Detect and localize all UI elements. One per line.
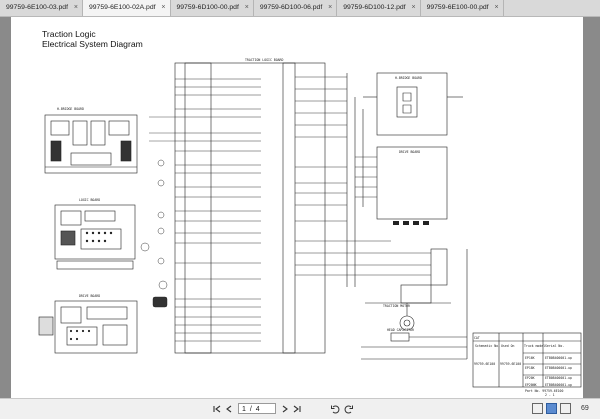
- single-page-view-button[interactable]: [532, 403, 543, 414]
- first-page-button[interactable]: [212, 403, 222, 415]
- close-icon[interactable]: ×: [161, 0, 165, 16]
- page-separator: /: [249, 406, 252, 413]
- zoom-level[interactable]: 69: [581, 403, 589, 415]
- prev-page-icon: [226, 405, 232, 413]
- table-schematic-no: 99759-6E100: [474, 362, 495, 366]
- hbridge-board-illustration: [44, 114, 138, 174]
- tab-pdf-6[interactable]: 99759-6E100-00.pdf ×: [421, 0, 504, 16]
- table-row-4-serial: ETB0B400001-up: [545, 383, 572, 387]
- drive-board-left-label: DRIVE BOARD: [79, 294, 100, 298]
- pdf-toolbar: 1 / 4 69: [0, 398, 600, 419]
- head-capacitor-label: HEAD CAPACITOR: [387, 328, 414, 332]
- traction-logic-board-label: TRACTION LOGIC BOARD: [245, 58, 283, 62]
- page-number-field[interactable]: 1 / 4: [238, 403, 276, 414]
- table-row-2-model: EP18K: [525, 366, 535, 370]
- table-row-3-model: EP20K: [525, 376, 535, 380]
- page-current[interactable]: 1: [242, 406, 246, 413]
- close-icon[interactable]: ×: [245, 0, 249, 16]
- tab-label: 99759-6E100-02A.pdf: [88, 4, 156, 11]
- electrical-schematic: H-BRIDGE BOARD LOGIC BOARD DRIVE BOARD T…: [38, 58, 582, 397]
- close-icon[interactable]: ×: [411, 0, 415, 16]
- tab-pdf-5[interactable]: 99759-6D100-12.pdf ×: [337, 0, 421, 16]
- rotate-cw-button[interactable]: [344, 403, 354, 415]
- rotate-ccw-icon: [331, 405, 340, 414]
- tab-strip: 99759-6E100-03.pdf × 99759-6E100-02A.pdf ×…: [0, 0, 600, 17]
- traction-motor-label: TRACTION MOTOR: [383, 304, 410, 308]
- table-row-4-model: EP20NK: [525, 383, 537, 387]
- close-icon[interactable]: ×: [494, 0, 498, 16]
- table-row-3-serial: ETB0B400001-up: [545, 376, 572, 380]
- page-indicator-label: 2 - 1: [545, 393, 555, 397]
- tab-pdf-1[interactable]: 99759-6E100-03.pdf ×: [0, 0, 83, 16]
- logic-board-label: LOGIC BOARD: [79, 198, 100, 202]
- table-header-schematic: Schematic No.: [475, 344, 500, 348]
- table-row-2-serial: ETB0B400001-up: [545, 366, 572, 370]
- facing-view-button[interactable]: [560, 403, 571, 414]
- tab-label: 99759-6E100-00.pdf: [426, 4, 489, 11]
- drive-board-right-label: DRIVE BOARD: [399, 150, 420, 154]
- hbridge-right-label: H-BRIDGE BOARD: [395, 76, 422, 80]
- rotate-cw-icon: [344, 405, 353, 414]
- prev-page-button[interactable]: [224, 403, 234, 415]
- next-page-icon: [282, 405, 288, 413]
- last-page-button[interactable]: [292, 403, 302, 415]
- tab-label: 99759-6E100-03.pdf: [6, 4, 68, 11]
- table-header-used-on: Used On: [501, 344, 515, 348]
- tab-label: 99759-6D100-00.pdf: [176, 4, 239, 11]
- first-page-icon: [213, 405, 221, 413]
- tab-pdf-3[interactable]: 99759-6D100-00.pdf ×: [171, 0, 254, 16]
- table-row-1-model: EP16K: [525, 356, 535, 360]
- table-row-1-serial: ETB0B400001-up: [545, 356, 572, 360]
- drive-board-illustration: [38, 300, 138, 354]
- close-icon[interactable]: ×: [74, 0, 78, 16]
- rotate-ccw-button[interactable]: [330, 403, 340, 415]
- tab-label: 99759-6D100-12.pdf: [343, 4, 406, 11]
- cat-label: CAT: [474, 336, 480, 340]
- page-total: 4: [255, 406, 260, 413]
- table-used-on: 99759-6E100: [500, 362, 521, 366]
- logic-board-illustration: [54, 204, 136, 270]
- close-icon[interactable]: ×: [328, 0, 332, 16]
- table-header-serial: Serial No.: [545, 344, 564, 348]
- tab-pdf-2[interactable]: 99759-6E100-02A.pdf ×: [82, 0, 171, 16]
- next-page-button[interactable]: [280, 403, 290, 415]
- tab-pdf-4[interactable]: 99759-6D100-06.pdf ×: [254, 0, 338, 16]
- pdf-page: Traction Logic Electrical System Diagram: [11, 17, 583, 398]
- hbridge-left-label: H-BRIDGE BOARD: [57, 107, 84, 111]
- table-header-truck-model: Truck model: [524, 344, 545, 348]
- last-page-icon: [293, 405, 301, 413]
- continuous-view-button[interactable]: [546, 403, 557, 414]
- tab-label: 99759-6D100-06.pdf: [259, 4, 323, 11]
